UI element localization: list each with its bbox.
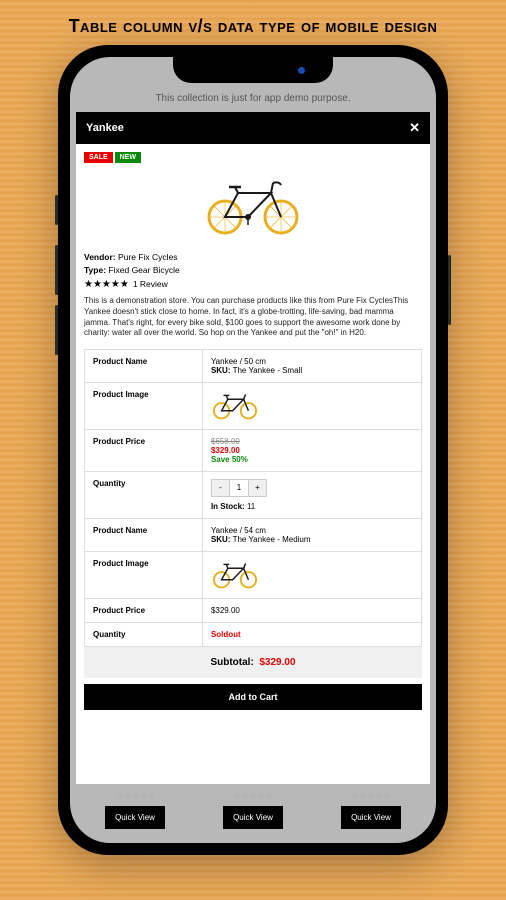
phone-frame: This collection is just for app demo pur…: [58, 45, 448, 855]
bicycle-icon: [211, 559, 259, 589]
close-icon[interactable]: ✕: [409, 120, 420, 136]
product-description: This is a demonstration store. You can p…: [84, 296, 422, 339]
table-row: Quantity -+ In Stock: 11: [85, 472, 422, 519]
modal-title: Yankee: [86, 122, 124, 134]
modal-header: Yankee ✕: [76, 112, 430, 144]
list-item: ☆☆☆☆☆ Quick View: [198, 790, 308, 829]
review-count: 1 Review: [133, 279, 168, 289]
product-hero-image: [84, 167, 422, 249]
soldout-label: Soldout: [211, 630, 241, 639]
variant-table: Product NameYankee / 50 cmSKU: The Yanke…: [84, 349, 422, 647]
quantity-stepper[interactable]: -+: [211, 479, 267, 497]
background-cards: ☆☆☆☆☆ Quick View ☆☆☆☆☆ Quick View ☆☆☆☆☆ …: [70, 784, 436, 843]
table-row: Product NameYankee / 54 cmSKU: The Yanke…: [85, 519, 422, 552]
quick-view-button[interactable]: Quick View: [105, 806, 165, 829]
sale-badge: SALE: [84, 152, 113, 163]
table-row: Product Image: [85, 552, 422, 599]
rating-stars: ★★★★★1 Review: [84, 279, 422, 290]
demo-banner: This collection is just for app demo pur…: [70, 85, 436, 112]
list-item: ☆☆☆☆☆ Quick View: [80, 790, 190, 829]
add-to-cart-button[interactable]: Add to Cart: [84, 684, 422, 710]
list-item: ☆☆☆☆☆ Quick View: [316, 790, 426, 829]
bicycle-icon: [211, 390, 259, 420]
rating-stars-empty: ☆☆☆☆☆: [80, 790, 190, 801]
page-heading: Table column v/s data type of mobile des…: [0, 0, 506, 45]
new-badge: NEW: [115, 152, 141, 163]
product-modal: Yankee ✕ SALE NEW: [76, 112, 430, 784]
type-row: Type: Fixed Gear Bicycle: [84, 265, 422, 275]
rating-stars-empty: ☆☆☆☆☆: [198, 790, 308, 801]
vendor-row: Vendor: Pure Fix Cycles: [84, 252, 422, 262]
quick-view-button[interactable]: Quick View: [341, 806, 401, 829]
subtotal-row: Subtotal: $329.00: [84, 647, 422, 678]
quick-view-button[interactable]: Quick View: [223, 806, 283, 829]
qty-minus-button[interactable]: -: [212, 480, 230, 496]
table-row: Product Price$329.00: [85, 599, 422, 623]
table-row: QuantitySoldout: [85, 623, 422, 647]
table-row: Product Price$658.00$329.00Save 50%: [85, 430, 422, 472]
table-row: Product NameYankee / 50 cmSKU: The Yanke…: [85, 350, 422, 383]
phone-notch: [173, 57, 333, 83]
qty-input[interactable]: [230, 480, 248, 496]
qty-plus-button[interactable]: +: [248, 480, 266, 496]
table-row: Product Image: [85, 383, 422, 430]
bicycle-icon: [203, 175, 303, 235]
rating-stars-empty: ☆☆☆☆☆: [316, 790, 426, 801]
